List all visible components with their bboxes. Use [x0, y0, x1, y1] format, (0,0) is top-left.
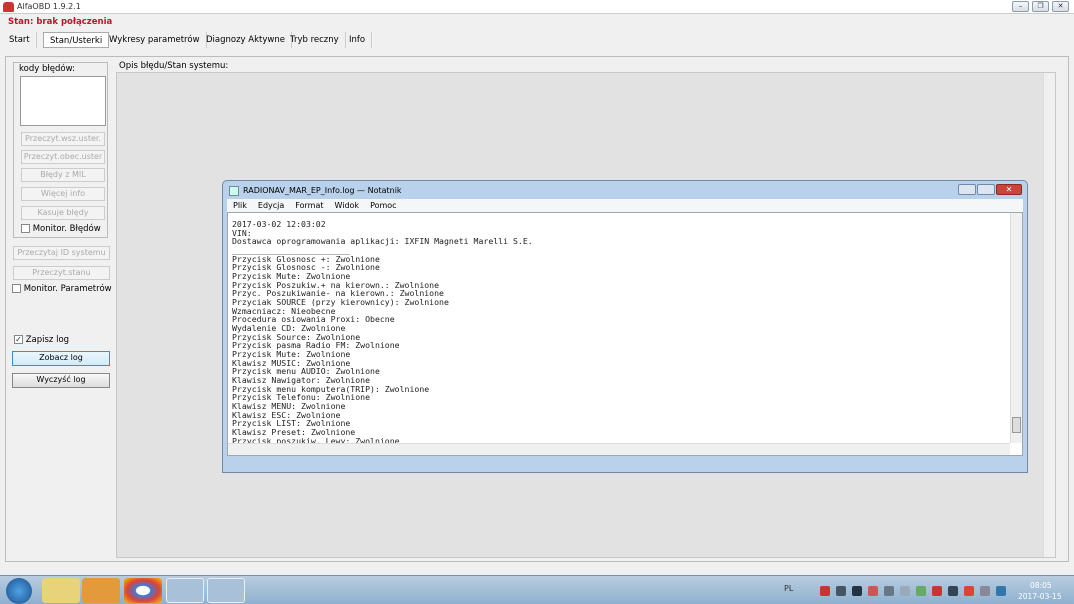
save-log-checkbox[interactable]: ✓ Zapisz log [14, 335, 69, 345]
window-title: AlfaOBD 1.9.2.1 [17, 2, 81, 11]
maximize-button[interactable]: ❐ [1032, 1, 1049, 12]
clock-time[interactable]: 08:05 [1030, 581, 1052, 590]
clear-errors-button[interactable]: Kasuje błędy [21, 206, 105, 220]
tray-icon-5[interactable] [964, 586, 974, 596]
monitor-params-label: Monitor. Parametrów [23, 284, 112, 294]
tray-icon-3[interactable] [868, 586, 878, 596]
notepad-menu-bar: Plik Edycja Format Widok Pomoc [227, 199, 1023, 212]
taskbar: PL 08:05 2017-03-15 [0, 575, 1074, 604]
clear-log-button[interactable]: Wyczyść log [12, 373, 110, 388]
read-state-button[interactable]: Przeczyt.stanu [13, 266, 110, 280]
more-info-button[interactable]: Więcej info [21, 187, 105, 201]
close-button[interactable]: ✕ [1052, 1, 1069, 12]
volume-icon[interactable] [900, 586, 910, 596]
monitor-params-checkbox[interactable]: Monitor. Parametrów [12, 284, 112, 294]
display-icon[interactable] [948, 586, 958, 596]
tab-wykresy[interactable]: Wykresy parametrów [103, 32, 207, 48]
network-icon[interactable] [836, 586, 846, 596]
wifi-icon[interactable] [932, 586, 942, 596]
mil-errors-button[interactable]: Błędy z MIL [21, 168, 105, 182]
notepad-title: RADIONAV_MAR_EP_Info.log — Notatnik [243, 186, 402, 195]
title-bar: AlfaOBD 1.9.2.1 – ❐ ✕ [0, 0, 1074, 14]
read-current-errors-button[interactable]: Przeczyt.obec.uster [21, 150, 105, 164]
view-log-button[interactable]: Zobacz log [12, 351, 110, 366]
notepad-close-button[interactable]: ✕ [996, 184, 1022, 195]
tab-info[interactable]: Info [343, 32, 373, 48]
description-scrollbar[interactable] [1043, 73, 1055, 557]
notepad-text-area[interactable]: 2017-03-02 12:03:02 VIN: Dostawca oprogr… [227, 212, 1023, 456]
notepad-horizontal-scrollbar[interactable] [228, 443, 1010, 455]
tab-start[interactable]: Start [3, 32, 37, 48]
app-icon [3, 2, 14, 12]
tab-tryb-reczny[interactable]: Tryb reczny [284, 32, 346, 48]
menu-format[interactable]: Format [295, 201, 323, 210]
menu-widok[interactable]: Widok [335, 201, 360, 210]
description-label: Opis błędu/Stan systemu: [119, 61, 229, 71]
tray-icon-2[interactable] [852, 586, 862, 596]
scroll-thumb[interactable] [1012, 417, 1021, 433]
menu-pomoc[interactable]: Pomoc [370, 201, 397, 210]
codes-list[interactable] [20, 76, 106, 126]
tray-icon-6[interactable] [980, 586, 990, 596]
battery-icon[interactable] [916, 586, 926, 596]
clock-date[interactable]: 2017-03-15 [1018, 592, 1062, 601]
tray-icon-7[interactable] [996, 586, 1006, 596]
read-system-id-button[interactable]: Przeczytaj ID systemu [13, 246, 110, 260]
explorer-taskbar-icon[interactable] [42, 578, 80, 603]
language-indicator[interactable]: PL [784, 584, 793, 593]
media-player-taskbar-icon[interactable] [82, 578, 120, 603]
alfaobd-taskbar-icon[interactable] [166, 578, 204, 603]
monitor-errors-checkbox[interactable]: Monitor. Błędów [21, 224, 101, 234]
notepad-vertical-scrollbar[interactable] [1010, 213, 1022, 443]
tray-icon-4[interactable] [884, 586, 894, 596]
log-content: 2017-03-02 12:03:02 VIN: Dostawca oprogr… [232, 219, 533, 446]
read-all-errors-button[interactable]: Przeczyt.wsz.uster. [21, 132, 105, 146]
notepad-window: RADIONAV_MAR_EP_Info.log — Notatnik ✕ Pl… [222, 180, 1028, 473]
menu-plik[interactable]: Plik [233, 201, 247, 210]
tray-icon-1[interactable] [820, 586, 830, 596]
tab-stan-usterki[interactable]: Stan/Usterki [43, 32, 110, 48]
chrome-taskbar-icon[interactable] [124, 578, 162, 603]
connection-status: Stan: brak połączenia [8, 17, 113, 27]
monitor-errors-label: Monitor. Błędów [32, 224, 101, 234]
notepad-minimize-button[interactable] [958, 184, 976, 195]
notepad-icon [229, 186, 239, 196]
notepad-taskbar-icon[interactable] [207, 578, 245, 603]
notepad-maximize-button[interactable] [977, 184, 995, 195]
tab-diagnozy[interactable]: Diagnozy Aktywne [200, 32, 292, 48]
codes-label: kody błędów: [19, 64, 75, 74]
minimize-button[interactable]: – [1012, 1, 1029, 12]
start-button[interactable] [6, 578, 32, 604]
menu-edycja[interactable]: Edycja [258, 201, 284, 210]
save-log-label: Zapisz log [25, 335, 70, 345]
